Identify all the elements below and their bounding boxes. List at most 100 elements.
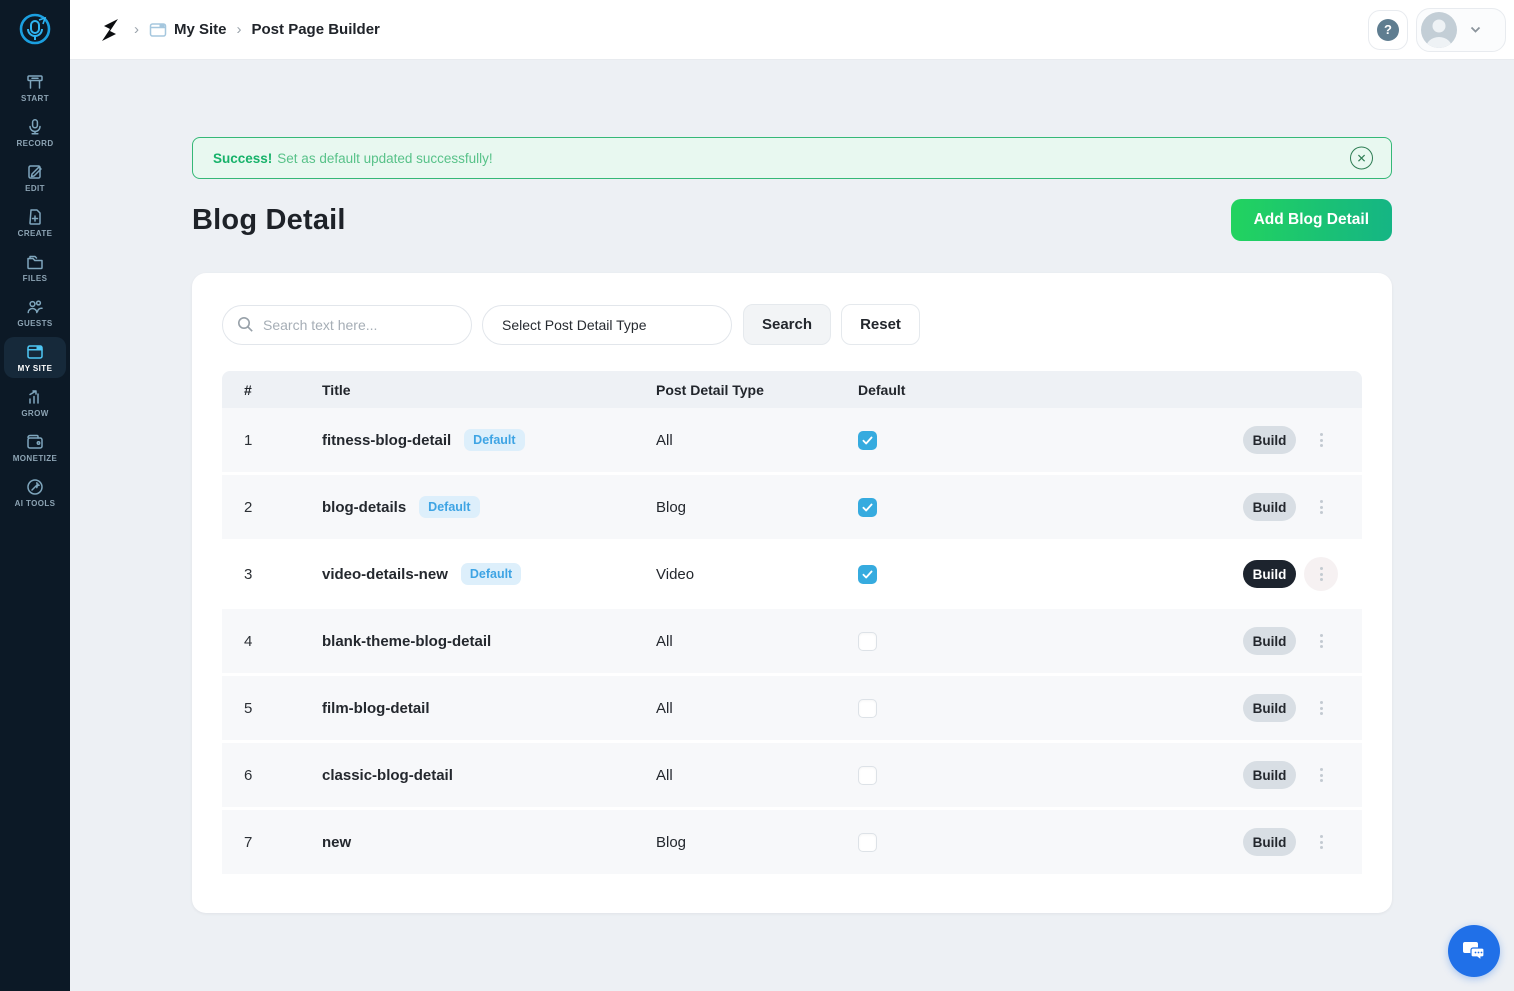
row-title-cell: new xyxy=(322,834,656,851)
default-checkbox[interactable] xyxy=(858,565,877,584)
person-silhouette-icon xyxy=(1421,12,1457,48)
build-button[interactable]: Build xyxy=(1243,694,1296,722)
kebab-menu-icon[interactable] xyxy=(1304,423,1338,457)
default-checkbox[interactable] xyxy=(858,498,877,517)
build-button[interactable]: Build xyxy=(1243,560,1296,588)
row-number: 5 xyxy=(244,700,322,717)
row-default-cell xyxy=(858,699,1243,718)
breadcrumb-page: Post Page Builder xyxy=(252,21,380,38)
success-alert: Success! Set as default updated successf… xyxy=(192,137,1392,179)
table-row: 2blog-detailsDefaultBlogBuild xyxy=(222,475,1362,542)
row-default-cell xyxy=(858,833,1243,852)
kebab-menu-icon[interactable] xyxy=(1304,758,1338,792)
builder-logo[interactable] xyxy=(96,16,124,44)
table-row: 4blank-theme-blog-detailAllBuild xyxy=(222,609,1362,676)
build-button[interactable]: Build xyxy=(1243,627,1296,655)
browser-window-icon xyxy=(149,21,167,39)
search-box[interactable] xyxy=(222,305,472,345)
main-content: Success! Set as default updated successf… xyxy=(70,60,1514,991)
row-default-cell xyxy=(858,431,1243,450)
row-post-detail-type: Blog xyxy=(656,499,858,516)
row-title-cell: video-details-newDefault xyxy=(322,563,656,585)
breadcrumb-my-site[interactable]: My Site xyxy=(149,21,227,39)
search-button[interactable]: Search xyxy=(743,304,831,345)
row-actions: Build xyxy=(1243,490,1338,524)
blog-detail-table: # Title Post Detail Type Default 1fitnes… xyxy=(222,371,1362,877)
add-blog-detail-button[interactable]: Add Blog Detail xyxy=(1231,199,1392,241)
sidebar-item-ai-tools[interactable]: AI TOOLS xyxy=(4,472,66,513)
search-icon xyxy=(237,316,254,333)
sidebar-item-label: MONETIZE xyxy=(13,454,58,463)
breadcrumb-site-label: My Site xyxy=(174,21,227,38)
build-button[interactable]: Build xyxy=(1243,493,1296,521)
default-checkbox[interactable] xyxy=(858,431,877,450)
files-icon xyxy=(26,253,44,271)
row-actions: Build xyxy=(1243,423,1338,457)
table-row: 7newBlogBuild xyxy=(222,810,1362,877)
kebab-menu-icon[interactable] xyxy=(1304,825,1338,859)
row-title: video-details-new xyxy=(322,566,448,583)
table-header: # Title Post Detail Type Default xyxy=(222,371,1362,408)
help-button[interactable]: ? xyxy=(1368,10,1408,50)
column-header-type: Post Detail Type xyxy=(656,382,858,398)
select-value: Select Post Detail Type xyxy=(502,317,646,333)
monetize-icon xyxy=(26,433,44,451)
reset-button[interactable]: Reset xyxy=(841,304,920,345)
sidebar-item-label: AI TOOLS xyxy=(15,499,56,508)
sidebar-item-monetize[interactable]: MONETIZE xyxy=(4,427,66,468)
build-button[interactable]: Build xyxy=(1243,426,1296,454)
default-checkbox[interactable] xyxy=(858,833,877,852)
kebab-menu-icon[interactable] xyxy=(1304,624,1338,658)
default-checkbox[interactable] xyxy=(858,699,877,718)
row-title-cell: film-blog-detail xyxy=(322,700,656,717)
row-number: 1 xyxy=(244,432,322,449)
sidebar-item-my-site[interactable]: MY SITE xyxy=(4,337,66,378)
table-row: 5film-blog-detailAllBuild xyxy=(222,676,1362,743)
table-row: 3video-details-newDefaultVideoBuild xyxy=(222,542,1362,609)
row-title: blog-details xyxy=(322,499,406,516)
row-title-cell: blog-detailsDefault xyxy=(322,496,656,518)
post-detail-type-select[interactable]: Select Post Detail Type xyxy=(482,305,732,345)
row-number: 6 xyxy=(244,767,322,784)
build-button[interactable]: Build xyxy=(1243,828,1296,856)
sidebar-item-edit[interactable]: EDIT xyxy=(4,157,66,198)
sidebar-item-label: GUESTS xyxy=(17,319,52,328)
sidebar-item-label: GROW xyxy=(21,409,48,418)
record-icon xyxy=(26,118,44,136)
alert-close-button[interactable]: ✕ xyxy=(1350,147,1373,170)
edit-icon xyxy=(26,163,44,181)
sidebar-item-grow[interactable]: GROW xyxy=(4,382,66,423)
row-title: fitness-blog-detail xyxy=(322,432,451,449)
default-badge: Default xyxy=(464,429,524,451)
kebab-menu-icon[interactable] xyxy=(1304,490,1338,524)
builder-logo-icon xyxy=(97,17,123,43)
grow-icon xyxy=(26,388,44,406)
sidebar-item-create[interactable]: CREATE xyxy=(4,202,66,243)
column-header-number: # xyxy=(244,382,322,398)
sidebar-item-files[interactable]: FILES xyxy=(4,247,66,288)
row-title-cell: blank-theme-blog-detail xyxy=(322,633,656,650)
chat-bubbles-icon xyxy=(1461,938,1487,964)
sidebar-item-start[interactable]: START xyxy=(4,67,66,108)
sidebar-item-record[interactable]: RECORD xyxy=(4,112,66,153)
row-actions: Build xyxy=(1243,557,1338,591)
default-checkbox[interactable] xyxy=(858,766,877,785)
row-actions: Build xyxy=(1243,624,1338,658)
account-menu[interactable] xyxy=(1416,8,1506,52)
row-post-detail-type: Blog xyxy=(656,834,858,851)
row-title-cell: fitness-blog-detail Default xyxy=(322,429,656,451)
sidebar-item-label: EDIT xyxy=(25,184,45,193)
default-checkbox[interactable] xyxy=(858,632,877,651)
sidebar-item-guests[interactable]: GUESTS xyxy=(4,292,66,333)
chat-widget-button[interactable] xyxy=(1448,925,1500,977)
row-number: 4 xyxy=(244,633,322,650)
search-input[interactable] xyxy=(263,317,457,333)
row-title: blank-theme-blog-detail xyxy=(322,633,491,650)
build-button[interactable]: Build xyxy=(1243,761,1296,789)
table-row: 6classic-blog-detailAllBuild xyxy=(222,743,1362,810)
kebab-menu-icon[interactable] xyxy=(1304,691,1338,725)
kebab-menu-icon[interactable] xyxy=(1304,557,1338,591)
close-icon: ✕ xyxy=(1356,152,1366,164)
row-post-detail-type: All xyxy=(656,432,858,449)
app-logo[interactable] xyxy=(12,7,58,53)
